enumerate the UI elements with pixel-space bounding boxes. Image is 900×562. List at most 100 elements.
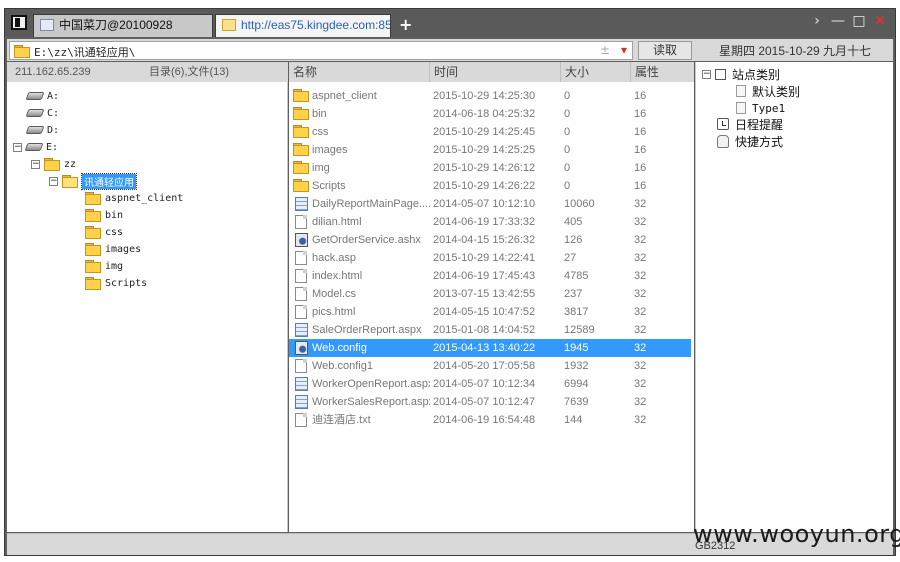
file-icon (295, 269, 307, 283)
tree-item-selected[interactable]: − 讯通轻应用 (49, 172, 137, 190)
file-time: 2015-10-29 14:25:30 (433, 90, 536, 102)
close-icon[interactable]: ✕ (873, 14, 887, 28)
read-button[interactable]: 读取 (638, 41, 692, 60)
drive-icon (25, 109, 45, 117)
file-row[interactable]: css 2015-10-29 14:25:45 0 16 (289, 123, 691, 141)
plus-minus-icon[interactable]: ± (600, 43, 610, 57)
drive-icon (25, 126, 45, 134)
file-name: images (312, 144, 348, 156)
folder-label: zz (64, 158, 77, 170)
file-size: 0 (564, 108, 571, 120)
file-name: index.html (312, 270, 363, 282)
next-tab-icon[interactable]: › (810, 14, 824, 28)
file-time: 2015-01-08 14:04:52 (433, 324, 536, 336)
column-name[interactable]: 名称 (289, 62, 429, 82)
file-row[interactable]: img 2015-10-29 14:26:12 0 16 (289, 159, 691, 177)
tab-url[interactable]: http://eas75.kingdee.com:85... (215, 14, 391, 37)
file-name: 迪连酒店.txt (312, 414, 371, 426)
file-name: Model.cs (312, 288, 357, 300)
collapse-icon[interactable]: − (49, 176, 58, 186)
tree-item-drive-a[interactable]: A: (25, 88, 59, 104)
file-size: 144 (564, 414, 583, 426)
tree-item-drive-d[interactable]: D: (25, 122, 59, 138)
folder-label: bin (105, 209, 124, 221)
tab-main[interactable]: 中国菜刀@20100928 (33, 14, 213, 37)
file-icon (293, 215, 309, 229)
file-row[interactable]: Web.config1 2014-05-20 17:05:58 1932 32 (289, 357, 691, 375)
tree-item-zz[interactable]: − zz (31, 156, 76, 172)
column-size[interactable]: 大小 (560, 62, 630, 82)
drive-label: E: (46, 141, 59, 153)
file-time: 2014-05-07 10:12:10 (433, 198, 536, 210)
path-input[interactable]: E:\zz\讯通轻应用\ ± ▾ (9, 41, 633, 60)
folder-icon (293, 107, 309, 121)
file-row[interactable]: 迪连酒店.txt 2014-06-19 16:54:48 144 32 (289, 411, 691, 429)
grid-file-icon (293, 197, 309, 211)
file-time: 2015-04-13 13:40:22 (433, 342, 536, 354)
file-row[interactable]: index.html 2014-06-19 17:45:43 4785 32 (289, 267, 691, 285)
new-tab-button[interactable]: + (399, 15, 412, 34)
tree-item-scripts[interactable]: Scripts (85, 275, 147, 291)
file-row[interactable]: hack.asp 2015-10-29 14:22:41 27 32 (289, 249, 691, 267)
file-time: 2014-05-15 10:47:52 (433, 306, 536, 318)
chevron-down-icon[interactable]: ▾ (621, 43, 627, 57)
file-attr: 16 (634, 126, 647, 138)
file-row[interactable]: Model.cs 2013-07-15 13:42:55 237 32 (289, 285, 691, 303)
file-row[interactable]: GetOrderService.ashx 2014-04-15 15:26:32 1… (289, 231, 691, 249)
file-name: pics.html (312, 306, 356, 318)
file-size: 1945 (564, 342, 589, 354)
tree-item-css[interactable]: css (85, 224, 123, 240)
collapse-icon[interactable]: − (31, 159, 40, 169)
file-attr: 32 (634, 324, 647, 336)
file-attr: 16 (634, 180, 647, 192)
file-time: 2015-10-29 14:26:22 (433, 180, 536, 192)
shortcuts-item[interactable]: 快捷方式 (717, 133, 783, 149)
file-row[interactable]: images 2015-10-29 14:25:25 0 16 (289, 141, 691, 159)
collapse-icon[interactable]: − (13, 142, 22, 152)
file-row[interactable]: DailyReportMainPage.... 2014-05-07 10:12:… (289, 195, 691, 213)
folder-icon (293, 89, 309, 102)
file-row[interactable]: WorkerSalesReport.aspx 2014-05-07 10:12:4… (289, 393, 691, 411)
schedule-item[interactable]: 日程提醒 (717, 116, 783, 132)
tree-item-img[interactable]: img (85, 258, 123, 274)
file-row[interactable]: WorkerOpenReport.aspx 2014-05-07 10:12:34… (289, 375, 691, 393)
page-icon (736, 102, 746, 114)
column-time[interactable]: 时间 (429, 62, 560, 82)
checkbox[interactable] (715, 68, 726, 80)
tree-item-drive-c[interactable]: C: (25, 105, 59, 121)
tree-item-bin[interactable]: bin (85, 207, 123, 223)
file-icon (295, 413, 307, 427)
grid-file-icon (295, 395, 308, 409)
tab-label: 中国菜刀@20100928 (59, 18, 173, 32)
file-row[interactable]: pics.html 2014-05-15 10:47:52 3817 32 (289, 303, 691, 321)
file-icon (295, 287, 307, 301)
grid-file-icon (293, 323, 309, 337)
file-row[interactable]: Scripts 2015-10-29 14:26:22 0 16 (289, 177, 691, 195)
app-menu-icon[interactable] (11, 15, 27, 30)
file-icon (295, 359, 307, 373)
minimize-icon[interactable]: — (831, 14, 845, 28)
file-row[interactable]: dilian.html 2014-06-19 17:33:32 405 32 (289, 213, 691, 231)
tree-item-default-category[interactable]: 默认类别 (736, 83, 800, 99)
file-row[interactable]: Web.config 2015-04-13 13:40:22 1945 32 (289, 339, 691, 357)
tree-item-type1[interactable]: Type1 (736, 100, 785, 116)
file-row[interactable]: SaleOrderReport.aspx 2015-01-08 14:04:52 1… (289, 321, 691, 339)
category-label: 站点类别 (732, 67, 781, 82)
column-attr[interactable]: 属性 (630, 62, 694, 82)
tree-item-aspnet-client[interactable]: aspnet_client (85, 190, 183, 206)
tree-item-site-category[interactable]: − 站点类别 (702, 66, 780, 82)
maximize-icon[interactable]: □ (852, 14, 866, 28)
collapse-icon[interactable]: − (702, 69, 711, 79)
folder-icon (85, 209, 101, 222)
gear-file-icon (295, 341, 308, 355)
file-row[interactable]: aspnet_client 2015-10-29 14:25:30 0 16 (289, 87, 691, 105)
file-size: 0 (564, 180, 571, 192)
shortcuts-label: 快捷方式 (735, 134, 784, 149)
file-time: 2014-05-07 10:12:47 (433, 396, 536, 408)
file-row[interactable]: bin 2014-06-18 04:25:32 0 16 (289, 105, 691, 123)
tree-item-drive-e[interactable]: − E: (13, 139, 58, 155)
tab-label: http://eas75.kingdee.com:85... (241, 18, 391, 32)
folder-icon (85, 226, 101, 239)
window-controls: › — □ ✕ (810, 14, 887, 28)
tree-item-images[interactable]: images (85, 241, 141, 257)
